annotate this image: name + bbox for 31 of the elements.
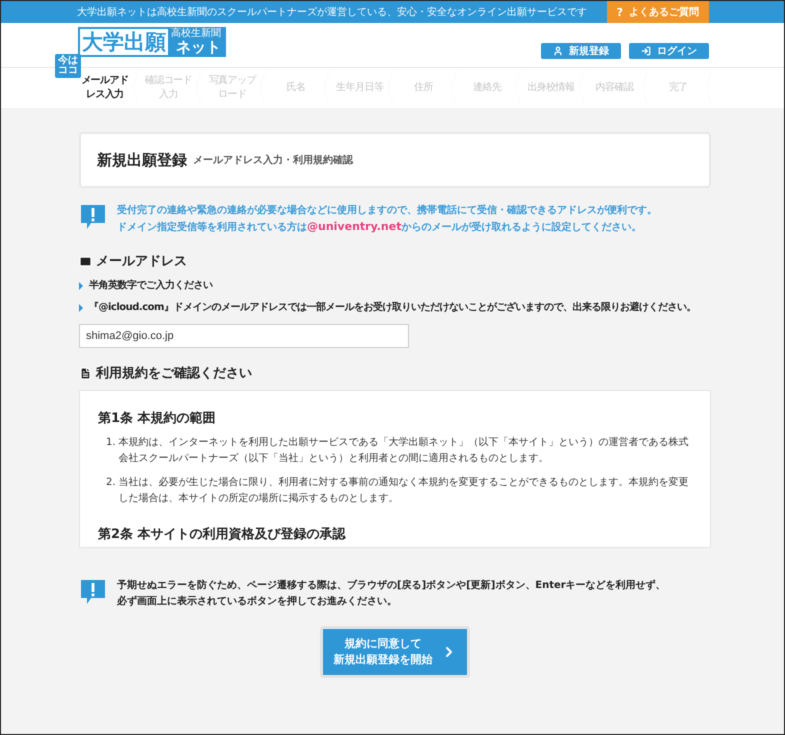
article-title: 第1条 本規約の範囲 (98, 410, 217, 427)
terms-heading: 利用規約をご確認ください (96, 365, 252, 382)
page-title: 新規出願登録 (97, 150, 187, 170)
register-button[interactable]: 新規登録 (541, 43, 621, 59)
notice-text: 受付完了の連絡や緊急の連絡が必要な場合などに使用しますので、携帯電話にて受信・確認できるアドレスが便利です。 ドメイン指定受信等を利用されている方は@univentry.netからのメールが受け取れるように設定してください。 (117, 203, 657, 235)
article-text: 当社は、必要が生じた場合に限り、利用者に対する事前の通知なく本規約を変更することができるものとします。本規約を変更した場合は、本サイトの所定の場所に掲示するものとします。 (118, 476, 690, 506)
current-step-badge: 今は ココ (55, 54, 81, 78)
email-note: 『@icloud.com』ドメインのメールアドレスでは一部メールをお受け取りいただけないことがございますので、出来る限りお避けください。 (89, 301, 696, 314)
login-button[interactable]: ログイン (629, 43, 709, 59)
email-heading: メールアドレス (96, 253, 187, 270)
email-note: 半角英数字でご入力ください (89, 279, 212, 292)
tagline: 大学出願ネットは高校生新聞のスクールパートナーズが運営している、安心・安全なオンライン出願サービスです (77, 6, 587, 19)
progress-step: 確認コード入力 (138, 68, 202, 108)
item-number: 1. (106, 436, 116, 450)
progress-step: 住所 (394, 68, 458, 108)
exclamation-bubble-icon (79, 578, 107, 606)
document-icon (79, 366, 92, 380)
email-field[interactable]: shima2@gio.co.jp (79, 324, 409, 348)
warning-text: 予期せぬエラーを防ぐため、ページ遷移する際は、ブラウザの[戻る]ボタンや[更新]ボタン、Enterキーなどを利用せず、 必ず画面上に表示されているボタンを押してお進みください。 (117, 578, 666, 609)
bullet-icon (79, 304, 83, 312)
faq-link[interactable]: ? よくあるご質問 (606, 1, 709, 23)
login-icon (641, 46, 651, 56)
article-title: 第2条 本サイトの利用資格及び登録の承認 (98, 526, 347, 543)
page-subtitle: メールアドレス入力・利用規約確認 (193, 154, 353, 167)
agree-start-button[interactable]: 規約に同意して 新規出願登録を開始 (320, 626, 470, 678)
item-number: 2. (106, 476, 116, 490)
article-text: 本規約は、インターネットを利用した出願サービスである「大学出願ネット」（以下「本サイト」という）の運営者である株式会社スクールパートナーズ（以下「当社」という）と利用者との間に適用されるものとします。 (118, 436, 690, 466)
bullet-icon (79, 282, 83, 290)
exclamation-bubble-icon (79, 203, 107, 231)
progress-step: 内容確認 (584, 68, 648, 108)
user-icon (553, 46, 563, 56)
